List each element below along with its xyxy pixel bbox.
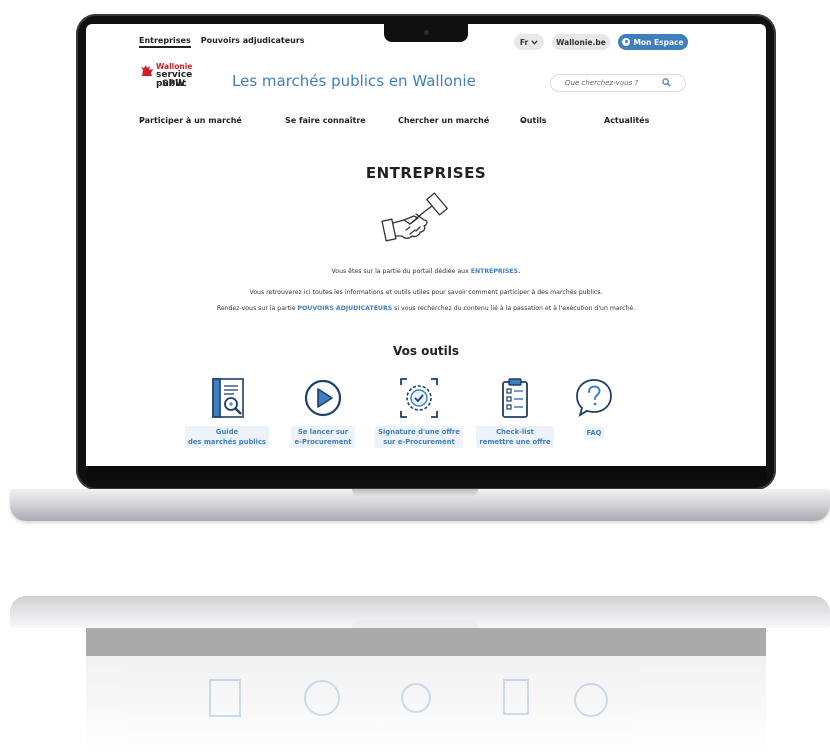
chevron-down-icon: ⌄ [520, 116, 526, 124]
mon-espace-label: Mon Espace [633, 37, 684, 47]
entreprises-link[interactable]: ENTREPRISES. [471, 268, 521, 275]
faq-icon [576, 379, 612, 417]
intro-3-text-after: si vous recherchez du contenu lié à la p… [394, 305, 636, 312]
intro-1-text: Vous êtes sur la partie du portail dédié… [331, 268, 469, 275]
page-title: ENTREPRISES [365, 164, 487, 182]
top-nav-pouvoirs-adjudicateurs[interactable]: Pouvoirs adjudicateurs [201, 36, 305, 48]
nav-chercher-un-marche[interactable]: Chercher un marché [398, 116, 489, 125]
tool-e-procurement-line2: e-Procurement [294, 438, 352, 446]
tool-e-procurement[interactable]: Se lancer sur e-Procurement [278, 376, 368, 448]
wallonie-rooster-icon [141, 65, 153, 76]
tool-signature-line1: Signature d'une offre [378, 428, 460, 436]
reflection-bezel [86, 628, 766, 656]
tool-faq-label: FAQ [583, 427, 605, 439]
nav-actualites[interactable]: Actualités [604, 116, 649, 125]
search-icon[interactable] [662, 78, 671, 87]
tool-signature-line2: sur e-Procurement [383, 438, 455, 446]
user-icon [622, 38, 631, 46]
chevron-down-icon: ⌄ [139, 116, 145, 124]
tool-faq[interactable]: FAQ [549, 376, 639, 439]
top-nav-entreprises[interactable]: Entreprises [139, 36, 191, 48]
laptop-base-groove [352, 489, 478, 497]
nav-se-faire-connaitre[interactable]: Se faire connaître [285, 116, 366, 125]
nav-participer-label: Participer à un marché [139, 116, 242, 125]
tool-e-procurement-label: Se lancer sur e-Procurement [291, 426, 355, 448]
pouvoirs-adjudicateurs-link[interactable]: POUVOIRS ADJUDICATEURS [298, 305, 393, 312]
tool-signature[interactable]: Signature d'une offre sur e-Procurement [374, 376, 464, 448]
laptop-screen: Entreprises Pouvoirs adjudicateurs Fr Wa… [86, 24, 766, 466]
mon-espace-button[interactable]: Mon Espace [618, 34, 688, 50]
tool-signature-label: Signature d'une offre sur e-Procurement [375, 426, 463, 448]
checklist-icon [502, 378, 528, 418]
chevron-down-icon [531, 39, 538, 45]
guide-book-icon [212, 378, 244, 418]
intro-paragraph-2: Vous retrouverez ici toutes les informat… [249, 289, 603, 296]
screen-bottom-bezel [86, 466, 766, 480]
language-selector[interactable]: Fr [514, 34, 544, 50]
intro-paragraph-3: Rendez-vous sur la partie POUVOIRS ADJUD… [86, 305, 766, 312]
tool-checklist-line2: remettre une offre [479, 438, 551, 446]
language-label: Fr [519, 37, 529, 47]
tool-e-procurement-line1: Se lancer sur [297, 428, 349, 436]
tool-guide-line2: des marchés publics [187, 438, 267, 446]
tool-guide-line1: Guide [215, 428, 239, 436]
tools-title: Vos outils [392, 344, 460, 358]
reflection-tools [209, 679, 608, 717]
top-nav: Entreprises Pouvoirs adjudicateurs [139, 36, 305, 48]
camera-icon [424, 30, 429, 35]
reflection-groove [352, 620, 478, 628]
logo-line-3: SPW [162, 79, 186, 89]
tool-checklist-label: Check-list remettre une offre [476, 426, 554, 448]
tool-guide[interactable]: Guide des marchés publics [182, 376, 272, 448]
play-icon [304, 379, 342, 417]
search-input[interactable]: Que cherchez-vous ? [550, 74, 686, 92]
search-placeholder: Que cherchez-vous ? [565, 79, 639, 87]
wallonie-link[interactable]: Wallonie.be [552, 34, 610, 50]
reflection-screen [86, 656, 766, 756]
spw-logo[interactable]: Wallonie service public SPW [140, 62, 220, 94]
tool-faq-line1: FAQ [586, 429, 602, 437]
site-title[interactable]: Les marchés publics en Wallonie [232, 72, 476, 90]
tool-guide-label: Guide des marchés publics [184, 426, 270, 448]
signature-seal-icon [400, 378, 438, 418]
handshake-icon [381, 192, 448, 242]
intro-paragraph-1: Vous êtes sur la partie du portail dédié… [86, 268, 766, 275]
tool-checklist[interactable]: Check-list remettre une offre [470, 376, 560, 448]
tool-checklist-line1: Check-list [496, 428, 534, 436]
intro-3-text-before: Rendez-vous sur la partie [216, 305, 296, 312]
